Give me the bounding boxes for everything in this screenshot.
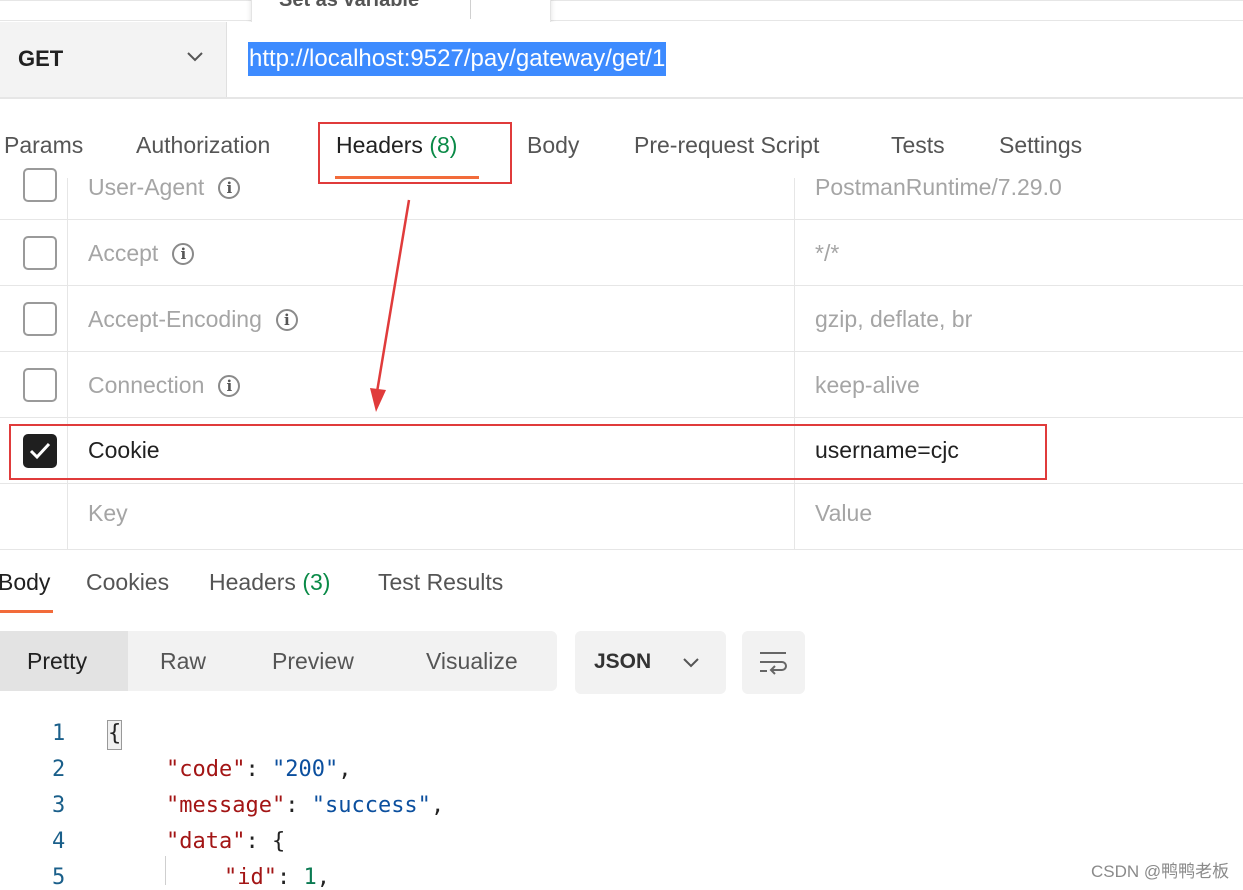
header-key-text: Connection [88, 372, 205, 398]
code-line-2: "code": "200", [166, 757, 352, 782]
tab-pre-request-script[interactable]: Pre-request Script [634, 132, 819, 159]
wrap-lines-icon [760, 652, 787, 675]
response-tab-test-results[interactable]: Test Results [378, 569, 503, 596]
line-number: 2 [52, 757, 66, 782]
url-input[interactable]: http://localhost:9527/pay/gateway/get/1 [227, 22, 1243, 97]
tab-authorization[interactable]: Authorization [136, 132, 270, 159]
chevron-down-icon [683, 658, 699, 668]
header-row-accept-encoding: Accept-Encoding i gzip, deflate, br [0, 286, 1243, 352]
code-line-4: "data": { [166, 829, 286, 854]
json-number: 1 [303, 865, 317, 890]
header-row-connection: Connection i keep-alive [0, 352, 1243, 418]
response-tab-headers-label: Headers [209, 569, 296, 595]
header-row-new: Key Value [0, 484, 1243, 550]
header-value: */* [815, 240, 840, 266]
response-tab-body[interactable]: Body [0, 569, 50, 596]
json-key: "message" [166, 793, 286, 818]
header-key: Connection i [88, 372, 241, 399]
response-tab-headers[interactable]: Headers (3) [209, 569, 330, 596]
indent-guide [165, 856, 166, 885]
line-number: 5 [52, 865, 66, 890]
annotation-box-cookie-row [9, 424, 1047, 480]
format-label: JSON [594, 650, 652, 673]
wrap-lines-button[interactable] [742, 631, 805, 694]
view-pretty-button[interactable]: Pretty [0, 631, 128, 691]
toolbar-divider [0, 20, 1243, 21]
info-icon[interactable]: i [172, 243, 195, 265]
new-key-input[interactable]: Key [88, 500, 128, 527]
checkbox-cell [0, 286, 68, 351]
set-as-variable-label[interactable]: Set as variable [279, 0, 419, 12]
header-value: PostmanRuntime/7.29.0 [815, 174, 1062, 200]
response-tab-cookies[interactable]: Cookies [86, 569, 169, 596]
new-value-input[interactable]: Value [815, 500, 872, 527]
header-key-text: Accept [88, 240, 159, 266]
header-row-accept: Accept i */* [0, 220, 1243, 286]
response-tab-headers-count: (3) [302, 569, 331, 595]
line-number: 3 [52, 793, 66, 818]
line-number: 1 [52, 721, 66, 746]
header-row-user-agent: User-Agent i PostmanRuntime/7.29.0 [0, 168, 1243, 220]
json-key: "id" [224, 865, 277, 890]
url-bar-divider [0, 97, 1243, 99]
tab-params[interactable]: Params [4, 132, 83, 159]
view-visualize-button[interactable]: Visualize [426, 631, 518, 691]
header-checkbox[interactable] [23, 368, 57, 402]
annotation-box-headers-tab [318, 122, 512, 184]
view-raw-button[interactable]: Raw [160, 631, 206, 691]
header-key-text: Accept-Encoding [88, 306, 262, 332]
checkbox-cell [0, 220, 68, 285]
json-key: "code" [166, 757, 246, 782]
line-number: 4 [52, 829, 66, 854]
header-checkbox[interactable] [23, 168, 57, 202]
url-value-selected[interactable]: http://localhost:9527/pay/gateway/get/1 [248, 42, 667, 76]
top-divider [0, 0, 1243, 1]
header-key: Accept i [88, 240, 195, 267]
chevron-down-icon [187, 52, 203, 62]
code-line-3: "message": "success", [166, 793, 445, 818]
header-value: keep-alive [815, 372, 920, 398]
method-label: GET [18, 46, 64, 71]
code-line-1: { [108, 721, 122, 746]
tab-settings[interactable]: Settings [999, 132, 1082, 159]
info-icon[interactable]: i [218, 375, 241, 397]
json-brace: { [271, 829, 286, 854]
watermark: CSDN @鸭鸭老板 [1091, 862, 1230, 881]
popup-separator [470, 0, 471, 19]
info-icon[interactable]: i [275, 309, 298, 331]
view-mode-group: Pretty Raw Preview Visualize [0, 631, 557, 691]
code-line-5: "id": 1, [224, 865, 330, 890]
view-preview-button[interactable]: Preview [272, 631, 354, 691]
tab-body[interactable]: Body [527, 132, 579, 159]
checkbox-cell [0, 168, 68, 219]
header-checkbox[interactable] [23, 302, 57, 336]
header-value: gzip, deflate, br [815, 306, 973, 332]
info-icon[interactable]: i [218, 177, 241, 199]
json-key: "data" [166, 829, 246, 854]
header-key-text: User-Agent [88, 174, 205, 200]
key-cell [68, 484, 795, 549]
checkbox-cell [0, 484, 68, 549]
header-key: User-Agent i [88, 174, 241, 201]
json-string: "success" [311, 793, 431, 818]
method-select[interactable]: GET [0, 22, 227, 97]
checkbox-cell [0, 352, 68, 417]
header-checkbox[interactable] [23, 236, 57, 270]
format-select[interactable]: JSON [575, 631, 726, 694]
json-string: "200" [271, 757, 339, 782]
response-active-tab-indicator [0, 610, 53, 613]
header-key: Accept-Encoding i [88, 306, 298, 333]
tab-tests[interactable]: Tests [891, 132, 945, 159]
